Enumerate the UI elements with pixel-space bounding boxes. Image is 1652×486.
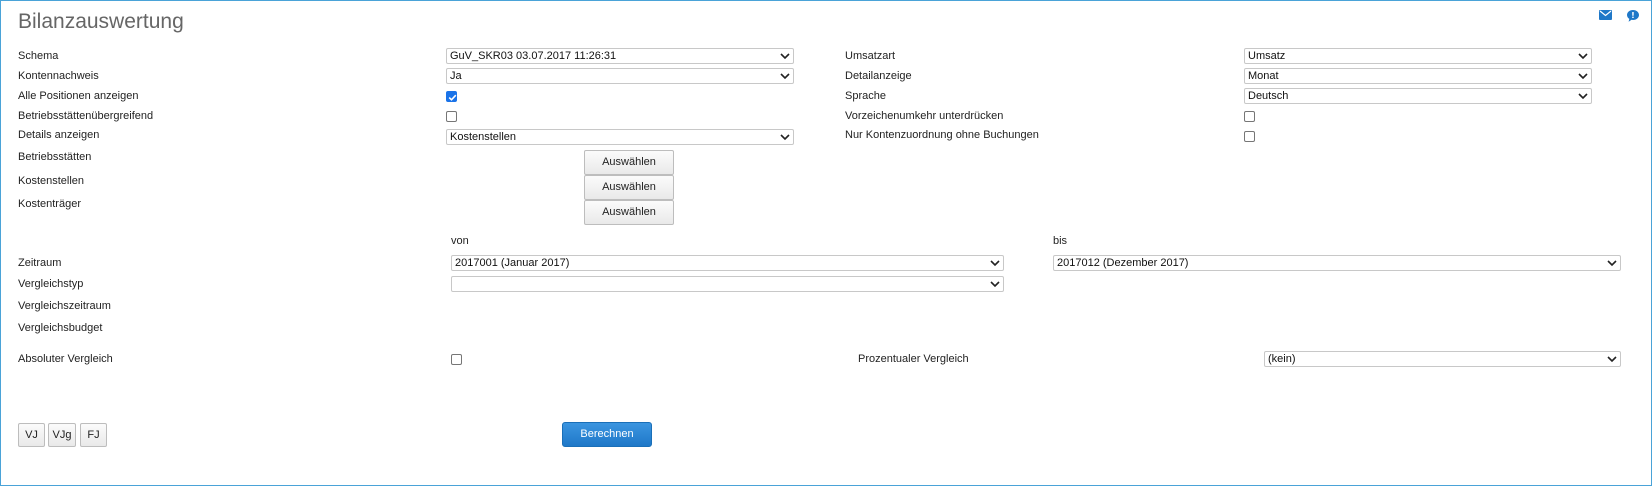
vergleichstyp-select[interactable]: [451, 276, 1004, 292]
details-value: Kostenstellen: [450, 131, 517, 143]
schema-select[interactable]: GuV_SKR03 03.07.2017 11:26:31: [446, 48, 794, 64]
umsatzart-select[interactable]: Umsatz: [1244, 48, 1592, 64]
chevron-down-icon: [1607, 260, 1617, 267]
chevron-down-icon: [1578, 93, 1588, 100]
check-icon: [448, 94, 457, 101]
vjg-button[interactable]: VJg: [48, 423, 76, 447]
betriebsstaetten-uebergreifend-label: Betriebsstättenübergreifend: [18, 110, 154, 122]
absolut-checkbox[interactable]: [451, 354, 462, 365]
kostenstellen-select-button[interactable]: Auswählen: [584, 175, 674, 200]
bis-label: bis: [1053, 235, 1068, 247]
kostentraeger-select-button[interactable]: Auswählen: [584, 200, 674, 225]
chevron-down-icon: [990, 260, 1000, 267]
betriebsstaetten-uebergreifend-checkbox[interactable]: [446, 111, 457, 122]
vergleichszeitraum-label: Vergleichszeitraum: [18, 300, 111, 312]
kontennachweis-label: Kontennachweis: [18, 70, 99, 82]
help-icon[interactable]: !: [1626, 9, 1640, 23]
alle-positionen-label: Alle Positionen anzeigen: [18, 90, 139, 102]
zeitraum-label: Zeitraum: [18, 257, 62, 269]
chevron-down-icon: [1578, 53, 1588, 60]
zeitraum-bis-select[interactable]: 2017012 (Dezember 2017): [1053, 255, 1621, 271]
vj-button[interactable]: VJ: [18, 423, 45, 447]
prozentual-label: Prozentualer Vergleich: [858, 353, 969, 365]
umsatzart-label: Umsatzart: [845, 50, 896, 62]
umsatzart-value: Umsatz: [1248, 50, 1286, 62]
vergleichsbudget-label: Vergleichsbudget: [18, 322, 103, 334]
schema-label: Schema: [18, 50, 59, 62]
sprache-select[interactable]: Deutsch: [1244, 88, 1592, 104]
zeitraum-von-value: 2017001 (Januar 2017): [455, 257, 570, 269]
betriebsstaetten-label: Betriebsstätten: [18, 151, 92, 163]
kostenstellen-label: Kostenstellen: [18, 175, 85, 187]
betriebsstaetten-select-button[interactable]: Auswählen: [584, 150, 674, 175]
chevron-down-icon: [780, 134, 790, 141]
details-select[interactable]: Kostenstellen: [446, 129, 794, 145]
prozentual-value: (kein): [1268, 353, 1296, 365]
chevron-down-icon: [1578, 73, 1588, 80]
chevron-down-icon: [1607, 356, 1617, 363]
nur-konten-label: Nur Kontenzuordnung ohne Buchungen: [845, 129, 1039, 141]
kostentraeger-label: Kostenträger: [18, 198, 81, 210]
detailanzeige-value: Monat: [1248, 70, 1279, 82]
fj-button[interactable]: FJ: [80, 423, 107, 447]
chevron-down-icon: [780, 53, 790, 60]
mail-icon[interactable]: [1599, 10, 1612, 20]
von-label: von: [451, 235, 469, 247]
nur-konten-checkbox[interactable]: [1244, 131, 1255, 142]
kontennachweis-select[interactable]: Ja: [446, 68, 794, 84]
vorzeichen-checkbox[interactable]: [1244, 111, 1255, 122]
kontennachweis-value: Ja: [450, 70, 462, 82]
alle-positionen-checkbox[interactable]: [446, 91, 457, 102]
svg-text:!: !: [1631, 11, 1635, 20]
detailanzeige-label: Detailanzeige: [845, 70, 912, 82]
absolut-label: Absoluter Vergleich: [18, 353, 113, 365]
sprache-value: Deutsch: [1248, 90, 1289, 102]
chevron-down-icon: [780, 73, 790, 80]
page-title: Bilanzauswertung: [18, 10, 184, 33]
schema-value: GuV_SKR03 03.07.2017 11:26:31: [450, 50, 617, 62]
berechnen-button[interactable]: Berechnen: [562, 422, 652, 447]
detailanzeige-select[interactable]: Monat: [1244, 68, 1592, 84]
vergleichstyp-label: Vergleichstyp: [18, 278, 84, 290]
vorzeichen-label: Vorzeichenumkehr unterdrücken: [845, 110, 1004, 122]
sprache-label: Sprache: [845, 90, 886, 102]
prozentual-select[interactable]: (kein): [1264, 351, 1621, 367]
details-label: Details anzeigen: [18, 129, 100, 141]
zeitraum-bis-value: 2017012 (Dezember 2017): [1057, 257, 1189, 269]
zeitraum-von-select[interactable]: 2017001 (Januar 2017): [451, 255, 1004, 271]
chevron-down-icon: [990, 281, 1000, 288]
